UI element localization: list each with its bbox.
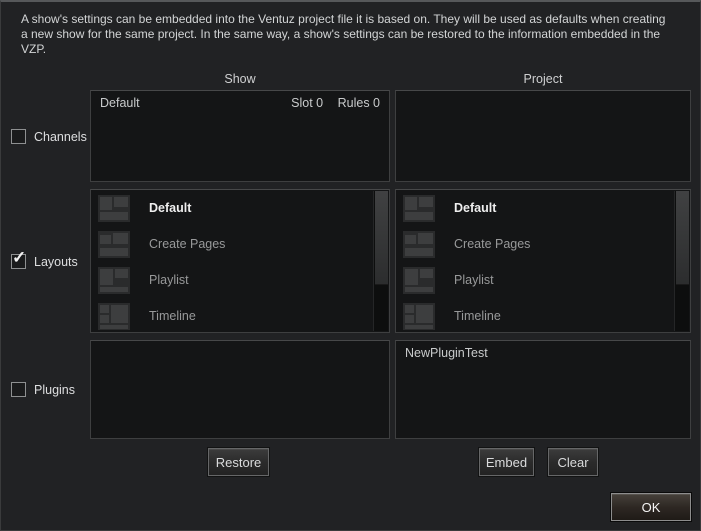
layout-item-label: Playlist — [454, 273, 494, 287]
scrollbar-thumb[interactable] — [676, 191, 689, 285]
checkmark-icon: ✓ — [12, 249, 26, 266]
layout-item-label: Default — [149, 201, 191, 215]
channels-show-list[interactable]: Default Slot 0 Rules 0 — [90, 90, 390, 182]
layout-default-thumbnail-icon — [403, 195, 435, 222]
channel-meta: Slot 0 Rules 0 — [280, 96, 380, 110]
channels-checkbox-label: Channels — [34, 130, 87, 144]
channel-slot: Slot 0 — [291, 96, 323, 110]
channels-checkbox-row: Channels — [11, 129, 87, 144]
layout-list-item[interactable]: Playlist — [91, 262, 389, 298]
ok-button[interactable]: OK — [611, 493, 691, 521]
dialog-description: A show's settings can be embedded into t… — [21, 12, 665, 57]
plugin-list-item[interactable]: NewPluginTest — [396, 341, 690, 360]
layout-list-item[interactable]: Timeline — [396, 298, 690, 334]
layout-item-label: Timeline — [149, 309, 196, 323]
restore-button[interactable]: Restore — [208, 448, 269, 476]
description-line: VZP. — [21, 42, 665, 57]
layout-timeline-thumbnail-icon — [98, 303, 130, 330]
layouts-show-list[interactable]: Default Create Pages Playlist Timeline — [90, 189, 390, 333]
layout-list-item[interactable]: Default — [91, 190, 389, 226]
embed-button[interactable]: Embed — [479, 448, 534, 476]
layout-item-label: Create Pages — [454, 237, 530, 251]
layout-list-item[interactable]: Default — [396, 190, 690, 226]
layouts-project-scrollbar[interactable] — [674, 191, 689, 331]
layout-item-label: Default — [454, 201, 496, 215]
layout-list-item[interactable]: Create Pages — [396, 226, 690, 262]
plugin-name: NewPluginTest — [405, 346, 488, 360]
layouts-show-scrollbar[interactable] — [373, 191, 388, 331]
layout-playlist-thumbnail-icon — [98, 267, 130, 294]
plugins-show-list[interactable] — [90, 340, 390, 439]
layouts-checkbox-row: ✓ Layouts — [11, 254, 78, 269]
layouts-checkbox-label: Layouts — [34, 255, 78, 269]
layout-list-item[interactable]: Timeline — [91, 298, 389, 334]
plugins-project-list[interactable]: NewPluginTest — [395, 340, 691, 439]
channels-checkbox[interactable] — [11, 129, 26, 144]
description-line: a new show for the same project. In the … — [21, 27, 665, 42]
channel-name: Default — [100, 96, 140, 110]
layout-default-thumbnail-icon — [98, 195, 130, 222]
layout-item-label: Create Pages — [149, 237, 225, 251]
plugins-checkbox[interactable] — [11, 382, 26, 397]
layout-create-pages-thumbnail-icon — [403, 231, 435, 258]
layout-item-label: Playlist — [149, 273, 189, 287]
layouts-project-list[interactable]: Default Create Pages Playlist Timeline — [395, 189, 691, 333]
plugins-checkbox-row: Plugins — [11, 382, 75, 397]
project-column-header: Project — [395, 72, 691, 87]
layout-timeline-thumbnail-icon — [403, 303, 435, 330]
embed-settings-dialog: A show's settings can be embedded into t… — [0, 0, 701, 531]
scrollbar-thumb[interactable] — [375, 191, 388, 285]
channels-project-list[interactable] — [395, 90, 691, 182]
channel-list-item[interactable]: Default Slot 0 Rules 0 — [91, 91, 389, 110]
plugins-checkbox-label: Plugins — [34, 383, 75, 397]
layout-item-label: Timeline — [454, 309, 501, 323]
layout-list-item[interactable]: Create Pages — [91, 226, 389, 262]
layout-create-pages-thumbnail-icon — [98, 231, 130, 258]
layouts-checkbox[interactable]: ✓ — [11, 254, 26, 269]
clear-button[interactable]: Clear — [548, 448, 598, 476]
channel-rules: Rules 0 — [338, 96, 380, 110]
layout-playlist-thumbnail-icon — [403, 267, 435, 294]
description-line: A show's settings can be embedded into t… — [21, 12, 665, 27]
show-column-header: Show — [90, 72, 390, 87]
layout-list-item[interactable]: Playlist — [396, 262, 690, 298]
